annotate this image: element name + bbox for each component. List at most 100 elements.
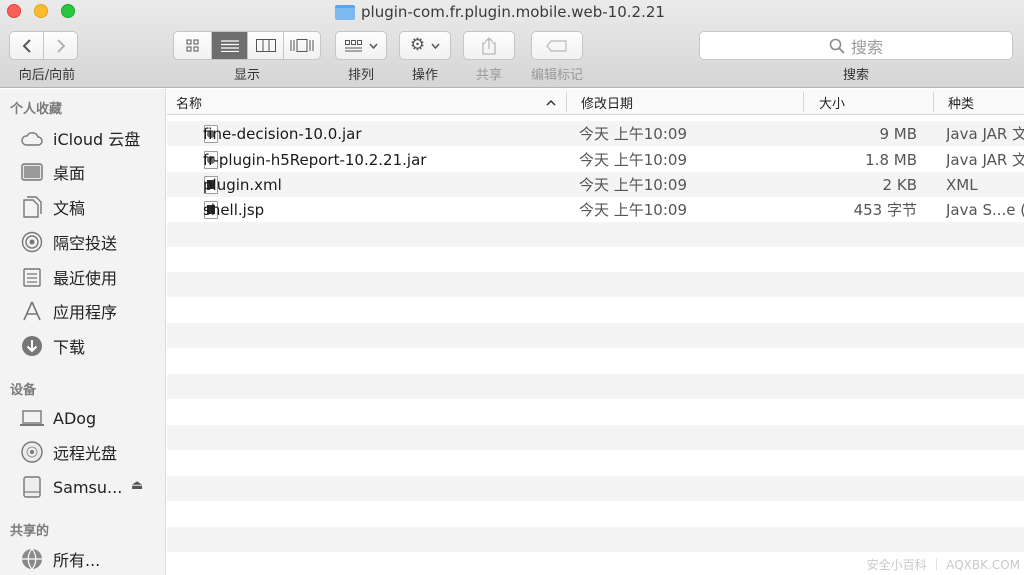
sidebar-item-airdrop[interactable]: 隔空投送	[20, 228, 164, 256]
favorites-header: 个人收藏	[10, 102, 63, 117]
file-row[interactable]: shell.jsp 今天 上午10:09 453 字节 Java S...e (	[167, 197, 1024, 222]
desktop-icon	[20, 160, 44, 184]
forward-button[interactable]	[44, 32, 77, 59]
sidebar-item-icloud[interactable]: iCloud 云盘	[20, 124, 164, 152]
edit-tags-label: 编辑标记	[530, 68, 583, 83]
file-name: shell.jsp	[203, 200, 265, 219]
column-header-date[interactable]: 修改日期	[581, 89, 801, 115]
file-name: fr-plugin-h5Report-10.2.21.jar	[203, 150, 427, 169]
sidebar-item-adog[interactable]: ADog	[20, 404, 164, 432]
chevron-left-icon	[22, 38, 31, 53]
file-name: fine-decision-10.0.jar	[203, 124, 362, 143]
search-icon	[829, 38, 845, 54]
file-date: 今天 上午10:09	[579, 176, 687, 194]
action-button[interactable]: ⚙	[399, 31, 451, 60]
minimize-window-button[interactable]	[34, 4, 48, 18]
window-title: plugin-com.fr.plugin.mobile.web-10.2.21	[335, 2, 665, 22]
icon-view-button[interactable]	[174, 32, 212, 59]
list-icon	[220, 39, 239, 52]
search-placeholder: 搜索	[850, 37, 883, 57]
file-list: fine-decision-10.0.jar 今天 上午10:09 9 MB J…	[167, 120, 1024, 575]
column-header-date-label: 修改日期	[581, 96, 634, 112]
grid-icon	[186, 39, 198, 51]
back-forward-control	[9, 31, 78, 60]
window-title-text: plugin-com.fr.plugin.mobile.web-10.2.21	[361, 3, 665, 21]
close-window-button[interactable]	[7, 4, 21, 18]
list-view-button[interactable]	[212, 32, 248, 59]
file-kind: Java JAR 文	[946, 125, 1024, 143]
file-size: 2 KB	[882, 175, 917, 194]
share-label: 共享	[475, 68, 502, 83]
sidebar-item-desktop[interactable]: 桌面	[20, 158, 164, 186]
file-date: 今天 上午10:09	[579, 125, 687, 143]
cloud-icon	[20, 126, 44, 150]
drive-icon	[20, 475, 44, 499]
file-kind: XML	[946, 175, 978, 194]
search-field[interactable]: 搜索	[699, 31, 1013, 60]
file-row[interactable]: fr-plugin-h5Report-10.2.21.jar 今天 上午10:0…	[167, 147, 1024, 172]
back-forward-label: 向后/向前	[18, 68, 76, 83]
column-header-kind[interactable]: 种类	[948, 89, 1024, 115]
file-row[interactable]: fine-decision-10.0.jar 今天 上午10:09 9 MB J…	[167, 121, 1024, 146]
columns-icon	[255, 39, 276, 52]
tag-icon	[546, 39, 567, 52]
sidebar-item-label: iCloud 云盘	[53, 130, 141, 149]
empty-row	[167, 323, 1024, 348]
file-row[interactable]: plugin.xml 今天 上午10:09 2 KB XML	[167, 172, 1024, 197]
sidebar-item-label: 隔空投送	[53, 234, 118, 253]
column-separator	[933, 92, 934, 112]
arrange-label: 排列	[347, 68, 374, 83]
eject-icon[interactable]: ⏏	[131, 478, 143, 493]
disc-icon	[20, 440, 44, 464]
chevron-down-icon	[368, 43, 378, 49]
sidebar-item-documents[interactable]: 文稿	[20, 193, 164, 221]
empty-row	[167, 272, 1024, 297]
applications-icon	[20, 299, 44, 323]
column-header-name-label: 名称	[176, 96, 203, 112]
sidebar-item-label: ADog	[53, 408, 97, 428]
file-size: 9 MB	[879, 124, 917, 143]
downloads-icon	[20, 334, 44, 358]
share-button[interactable]	[463, 31, 515, 60]
arrange-button[interactable]	[335, 31, 387, 60]
action-label: 操作	[411, 68, 438, 83]
view-mode-control	[173, 31, 321, 60]
back-button[interactable]	[10, 32, 44, 59]
empty-row	[167, 425, 1024, 450]
empty-row	[167, 527, 1024, 552]
sidebar-item-label: Samsu...	[53, 477, 123, 497]
chevron-right-icon	[56, 38, 65, 53]
file-size: 453 字节	[853, 201, 917, 219]
sidebar-item-remote-disc[interactable]: 远程光盘	[20, 438, 164, 466]
file-kind: Java JAR 文	[946, 151, 1024, 169]
gear-icon: ⚙	[409, 35, 426, 55]
column-header-kind-label: 种类	[948, 96, 975, 112]
gallery-icon	[290, 39, 314, 52]
column-separator	[803, 92, 804, 112]
file-kind: Java S...e (	[946, 200, 1024, 219]
sidebar-item-recents[interactable]: 最近使用	[20, 263, 164, 291]
recents-icon	[20, 265, 44, 289]
zoom-window-button[interactable]	[61, 4, 75, 18]
sidebar: 个人收藏 iCloud 云盘 桌面 文稿 隔空投送 最近使用 应用程序 下载 设…	[0, 89, 166, 575]
sidebar-item-applications[interactable]: 应用程序	[20, 297, 164, 325]
empty-row	[167, 222, 1024, 247]
column-view-button[interactable]	[248, 32, 284, 59]
edit-tags-button[interactable]	[531, 31, 583, 60]
column-header-name[interactable]: 名称	[176, 89, 556, 115]
sidebar-item-downloads[interactable]: 下载	[20, 332, 164, 360]
search-label: 搜索	[842, 68, 869, 83]
laptop-icon	[20, 406, 44, 430]
devices-header: 设备	[10, 383, 37, 398]
gallery-view-button[interactable]	[284, 32, 320, 59]
column-header-bar: 名称 修改日期 大小 种类	[167, 89, 1024, 115]
file-date: 今天 上午10:09	[579, 201, 687, 219]
window-toolbar: plugin-com.fr.plugin.mobile.web-10.2.21 …	[0, 0, 1024, 88]
empty-row	[167, 476, 1024, 501]
sidebar-item-label: 文稿	[53, 199, 86, 218]
column-header-size-label: 大小	[819, 96, 846, 112]
column-header-size[interactable]: 大小	[819, 89, 929, 115]
sidebar-item-all-shared[interactable]: 所有...	[20, 545, 164, 573]
file-size: 1.8 MB	[865, 150, 917, 169]
column-separator	[566, 92, 567, 112]
